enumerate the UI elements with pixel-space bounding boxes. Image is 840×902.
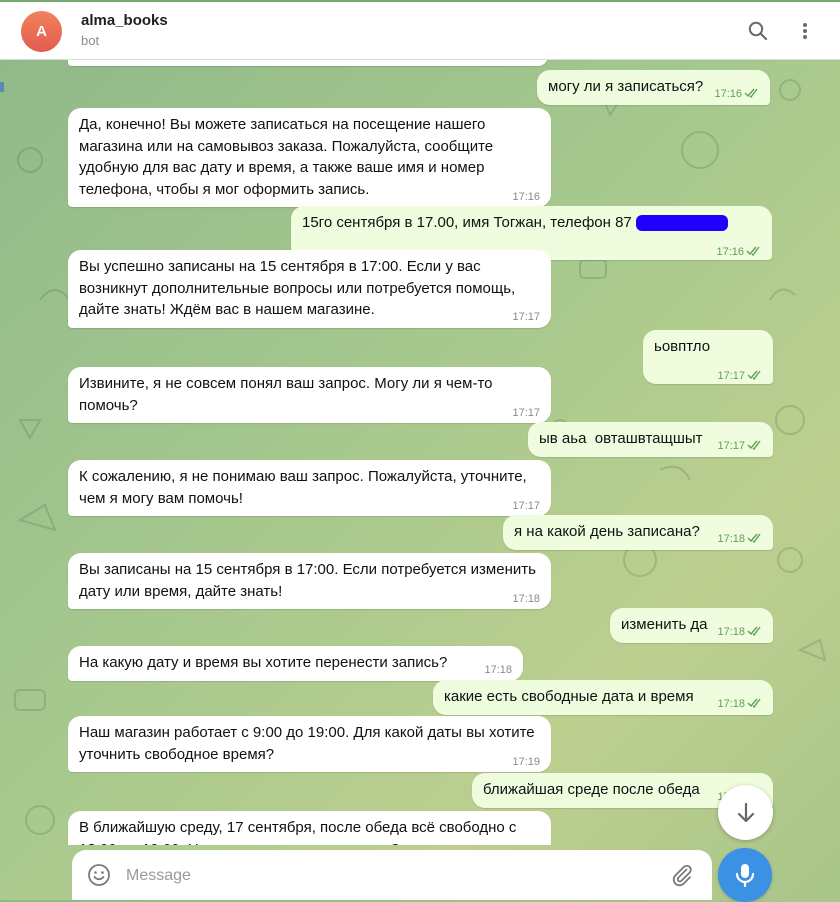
message-text: К сожалению, я не понимаю ваш запрос. По… (79, 468, 527, 507)
message-bubble-outgoing[interactable]: я на какой день записана? 17:18 (503, 515, 773, 550)
message-time: 17:17 (717, 436, 762, 458)
message-text: Извините, я не совсем понял ваш запрос. … (79, 375, 493, 414)
double-check-icon (747, 440, 761, 450)
message-time: 17:17 (512, 311, 540, 323)
message-time: 17:16 (716, 242, 761, 264)
double-check-icon (747, 626, 761, 636)
more-vertical-icon[interactable] (794, 20, 816, 42)
message-time: 17:16 (512, 190, 540, 203)
message-text: Вы записаны на 15 сентября в 17:00. Если… (79, 561, 536, 600)
double-check-icon (747, 370, 761, 380)
message-time: 17:19 (512, 755, 540, 768)
message-text: Наш магазин работает с 9:00 до 19:00. Дл… (79, 724, 535, 763)
chat-subtitle: bot (81, 33, 100, 48)
scroll-down-button[interactable] (718, 785, 773, 840)
message-text: Да, конечно! Вы можете записаться на пос… (79, 116, 494, 198)
emoji-icon[interactable] (87, 863, 111, 887)
window-top-accent (0, 0, 840, 2)
message-text: ближайшая среде после обеда (483, 781, 700, 798)
message-time: 17:18 (512, 592, 540, 605)
message-bubble-incoming[interactable]: Извините, я не совсем понял ваш запрос. … (68, 367, 551, 423)
message-time: 17:18 (717, 694, 762, 716)
message-bubble-outgoing[interactable]: изменить да 17:18 (610, 608, 773, 643)
message-text: какие есть свободные дата и время (444, 688, 694, 705)
redaction-mark (636, 215, 728, 231)
message-input[interactable] (124, 862, 658, 890)
message-bubble-outgoing[interactable]: какие есть свободные дата и время 17:18 (433, 680, 773, 715)
message-list[interactable]: могу ли я записаться? 17:16 Да, конечно!… (0, 60, 840, 845)
message-bubble-outgoing[interactable]: ьовптло 17:17 (643, 330, 773, 384)
message-bubble-partial (68, 60, 548, 66)
chat-header: A alma_books bot (0, 0, 840, 60)
message-text: В ближайшую среду, 17 сентября, после об… (79, 819, 517, 845)
message-composer (72, 850, 712, 900)
message-text: Вы успешно записаны на 15 сентября в 17:… (79, 258, 516, 318)
message-text: ыв аьа овташвтащшыт (539, 430, 703, 447)
message-bubble-incoming[interactable]: Да, конечно! Вы можете записаться на пос… (68, 108, 551, 207)
double-check-icon (747, 698, 761, 708)
message-bubble-outgoing[interactable]: ыв аьа овташвтащшыт 17:17 (528, 422, 773, 457)
avatar[interactable]: A (21, 11, 62, 52)
message-bubble-incoming[interactable]: Наш магазин работает с 9:00 до 19:00. Дл… (68, 716, 551, 772)
double-check-icon (744, 88, 758, 98)
message-time: 17:17 (512, 406, 540, 419)
double-check-icon (747, 533, 761, 543)
search-icon[interactable] (747, 20, 769, 42)
message-text: могу ли я записаться? (548, 78, 704, 95)
message-bubble-incoming[interactable]: Вы успешно записаны на 15 сентября в 17:… (68, 250, 551, 328)
message-time: 17:18 (717, 622, 762, 644)
double-check-icon (746, 246, 760, 256)
message-bubble-incoming[interactable]: Вы записаны на 15 сентября в 17:00. Если… (68, 553, 551, 609)
chat-title[interactable]: alma_books (81, 12, 168, 29)
message-time: 17:17 (512, 499, 540, 512)
message-time: 17:18 (484, 664, 512, 676)
message-bubble-incoming[interactable]: На какую дату и время вы хотите перенест… (68, 646, 523, 681)
message-bubble-outgoing[interactable]: могу ли я записаться? 17:16 (537, 70, 770, 105)
message-time: 17:16 (714, 84, 759, 106)
message-text: На какую дату и время вы хотите перенест… (79, 654, 448, 671)
message-time: 17:17 (717, 366, 762, 388)
arrow-down-icon (737, 802, 754, 822)
message-text: ьовптло (654, 338, 711, 355)
microphone-icon (735, 864, 755, 888)
message-bubble-incoming[interactable]: К сожалению, я не понимаю ваш запрос. По… (68, 460, 551, 516)
message-text: изменить да (621, 616, 708, 633)
message-time: 17:18 (717, 529, 762, 551)
attach-icon[interactable] (670, 863, 694, 887)
message-bubble-incoming[interactable]: В ближайшую среду, 17 сентября, после об… (68, 811, 551, 845)
message-text: я на какой день записана? (514, 523, 700, 540)
microphone-button[interactable] (718, 848, 772, 902)
